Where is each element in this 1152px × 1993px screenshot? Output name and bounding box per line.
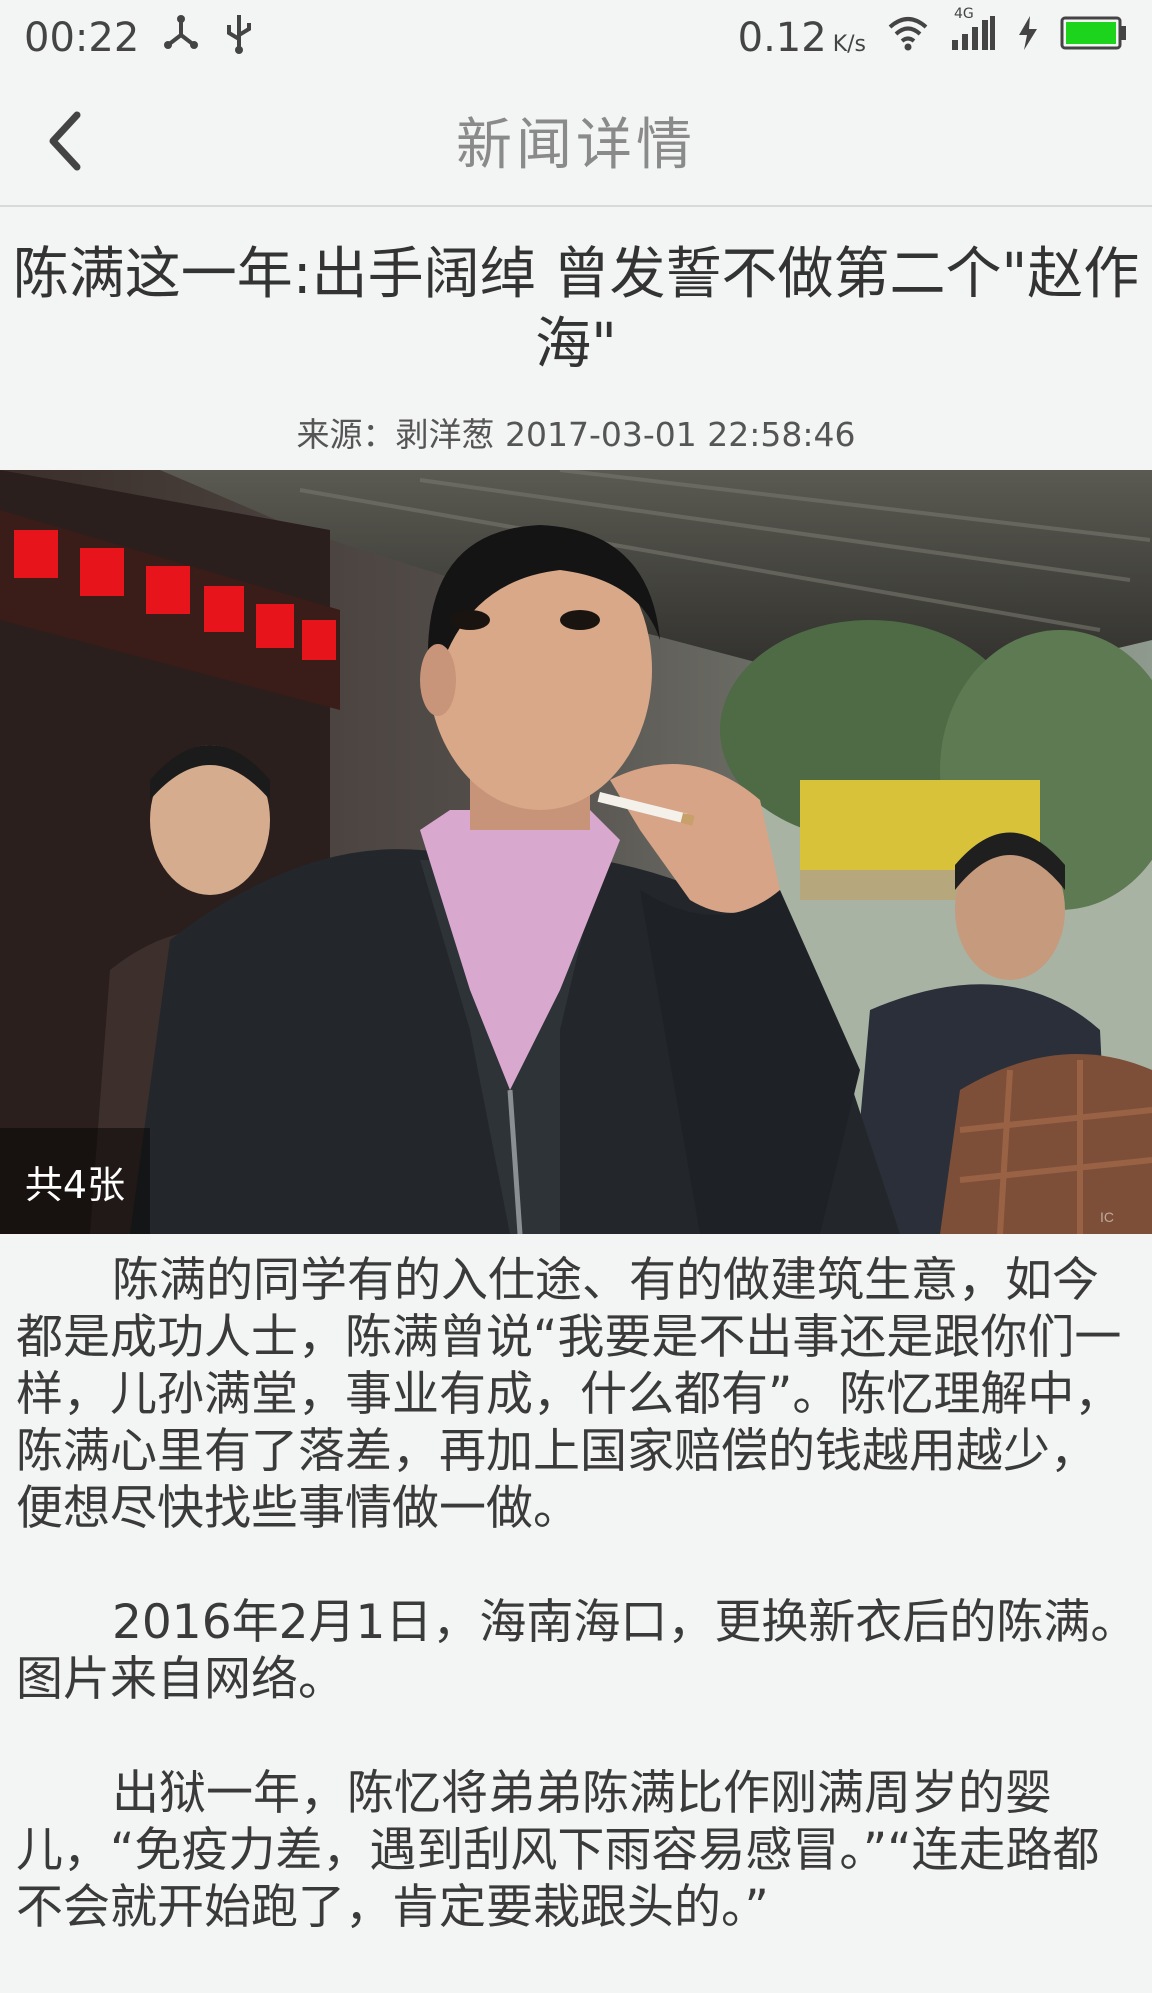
battery-icon [1060, 15, 1128, 61]
nav-bar: 新闻详情 [0, 76, 1152, 207]
article-body: 陈满的同学有的入仕途、有的做建筑生意，如今都是成功人士，陈满曾说“我要是不出事还… [16, 1252, 1138, 1993]
chevron-left-icon [49, 111, 81, 171]
photo-count-badge[interactable]: 共4张 [0, 1128, 150, 1234]
status-bar: 00:22 0.12 K/s 4G [0, 0, 1152, 76]
article-paragraph: 出狱一年，陈忆将弟弟陈满比作刚满周岁的婴儿，“免疫力差，遇到刮风下雨容易感冒。”… [16, 1766, 1100, 1935]
svg-text:IC: IC [1100, 1209, 1114, 1225]
article-paragraph: 陈满的同学有的入仕途、有的做建筑生意，如今都是成功人士，陈满曾说“我要是不出事还… [16, 1253, 1122, 1536]
signal-icon: 4G [950, 6, 996, 62]
network-speed-value: 0.12 [737, 15, 827, 61]
article-paragraph: 2016年2月1日，海南海口，更换新衣后的陈满。图片来自网络。 [16, 1595, 1138, 1707]
charging-icon [1016, 14, 1040, 62]
network-share-icon [161, 13, 201, 63]
status-left: 00:22 [24, 11, 255, 65]
article-title: 陈满这一年:出手阔绰 曾发誓不做第二个"赵作海" [12, 242, 1140, 377]
status-time: 00:22 [24, 15, 140, 61]
network-speed-unit: K/s [832, 32, 866, 57]
back-button[interactable] [30, 106, 100, 176]
article-meta: 来源：剥洋葱 2017-03-01 22:58:46 [296, 415, 856, 454]
news-photo-image: IC [0, 470, 1152, 1234]
wifi-icon [886, 15, 930, 61]
network-speed: 0.12 K/s [738, 15, 866, 61]
usb-icon [223, 11, 255, 65]
status-right: 0.12 K/s 4G [738, 6, 1128, 62]
page-title: 新闻详情 [456, 113, 696, 178]
network-type: 4G [954, 6, 974, 22]
article-photo[interactable]: IC 共4张 [0, 470, 1152, 1234]
